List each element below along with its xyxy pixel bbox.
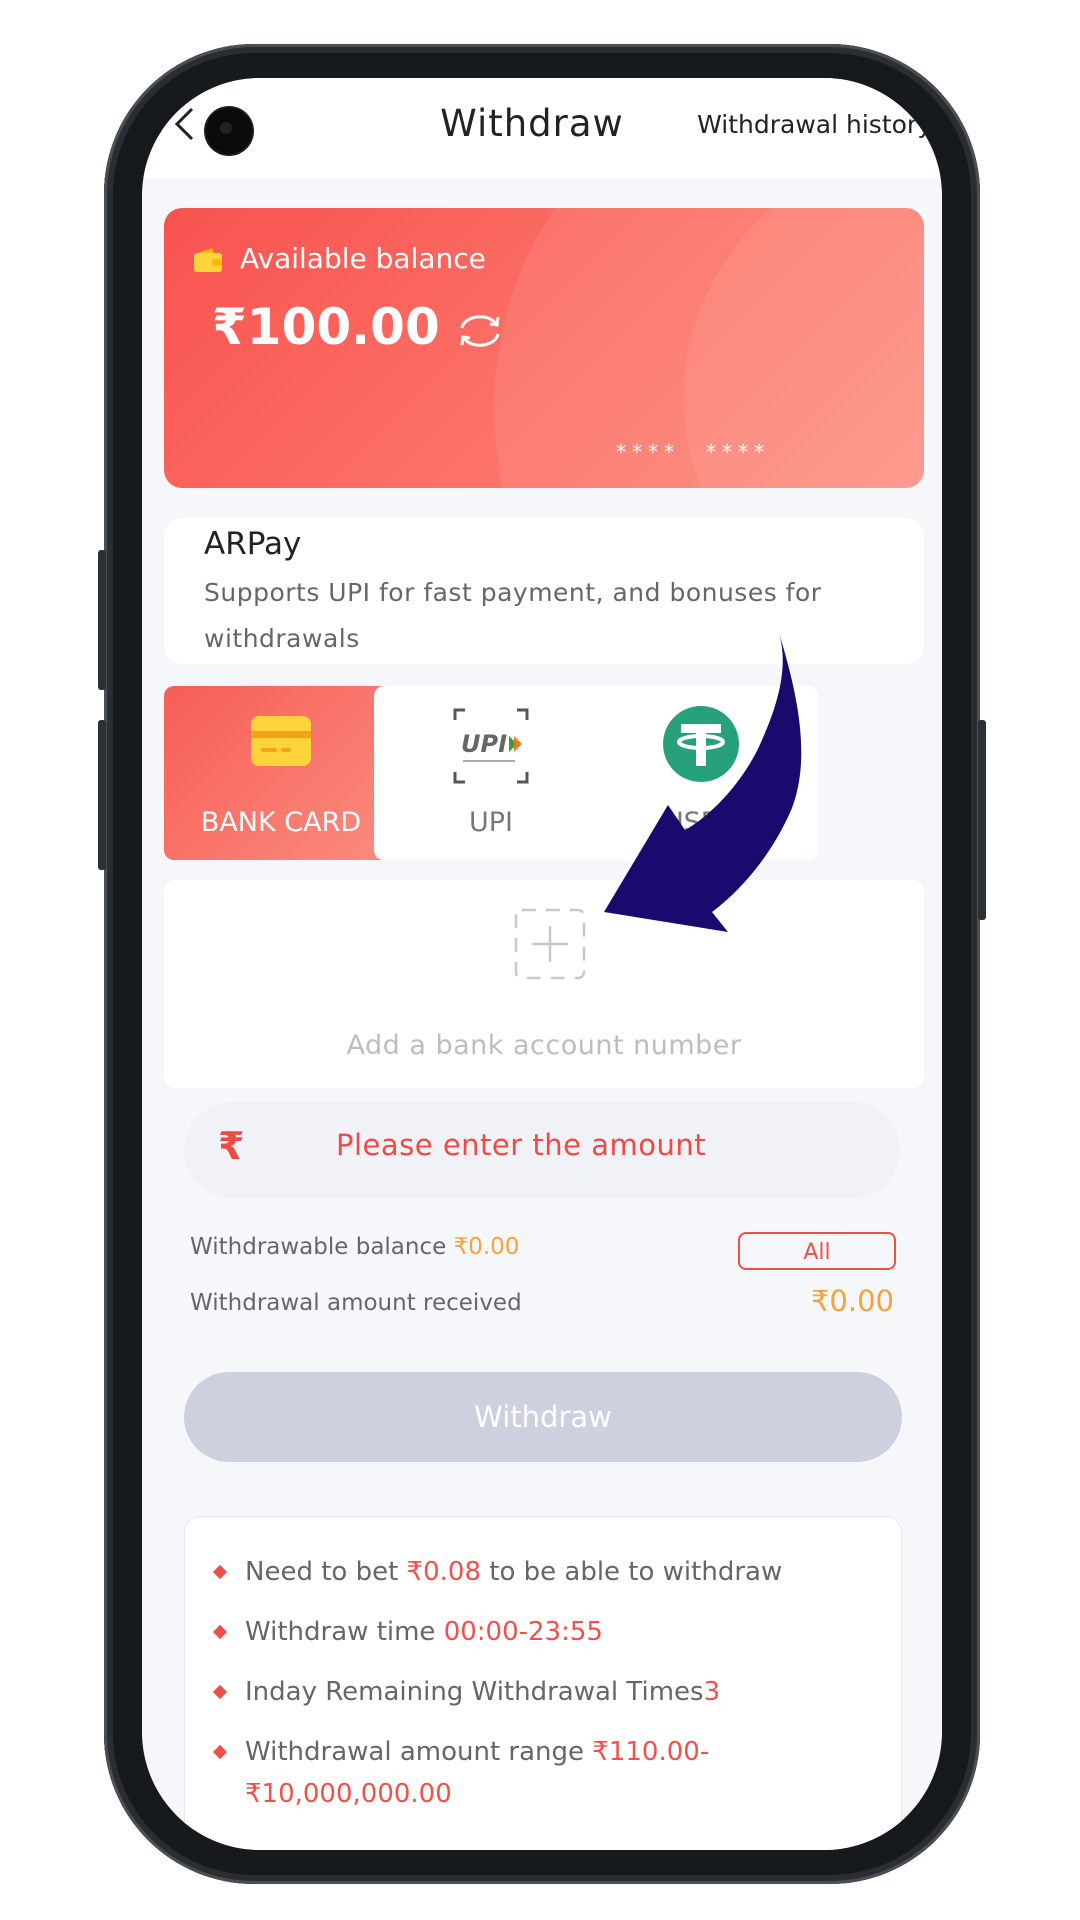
- masked-card-digits-1: ****: [616, 440, 680, 464]
- rule-item: Need to bet ₹0.08 to be able to withdraw: [212, 1551, 865, 1593]
- rule-item: Withdraw time 00:00-23:55: [212, 1611, 865, 1653]
- method-label: BANK CARD: [200, 807, 362, 838]
- method-tab-usdt[interactable]: USDT: [584, 686, 818, 860]
- volume-down-button: [98, 720, 106, 870]
- amount-received-label: Withdrawal amount received: [190, 1290, 522, 1316]
- refresh-icon[interactable]: [454, 308, 506, 352]
- payment-channel-card[interactable]: ARPay Supports UPI for fast payment, and…: [164, 518, 924, 664]
- withdrawable-balance-value: ₹0.00: [453, 1234, 520, 1260]
- method-tab-bank-card[interactable]: BANK CARD: [164, 686, 398, 860]
- add-bank-account-box[interactable]: Add a bank account number: [164, 880, 924, 1088]
- top-bar: Withdraw Withdrawal history: [142, 78, 942, 178]
- add-bank-account-label: Add a bank account number: [346, 1030, 742, 1061]
- withdrawable-balance: Withdrawable balance ₹0.00: [190, 1234, 519, 1260]
- upi-logo-icon: UPI: [453, 708, 529, 784]
- available-balance-label: Available balance: [240, 242, 486, 275]
- power-button: [978, 720, 986, 920]
- app-screen: Withdraw Withdrawal history Available ba…: [142, 78, 942, 1850]
- all-button[interactable]: All: [738, 1232, 896, 1270]
- rule-item: Inday Remaining Withdrawal Times3: [212, 1671, 865, 1713]
- method-label: USDT: [663, 807, 739, 838]
- amount-input[interactable]: ₹ Please enter the amount: [184, 1102, 900, 1198]
- bank-card-icon: [251, 716, 311, 766]
- channel-name: ARPay: [204, 526, 302, 562]
- usdt-icon: [663, 706, 739, 782]
- method-tab-upi[interactable]: UPI UPI: [374, 686, 608, 860]
- method-label: UPI: [468, 807, 513, 838]
- masked-card-digits-2: ****: [706, 440, 770, 464]
- amount-received-value: ₹0.00: [810, 1284, 894, 1318]
- amount-placeholder: Please enter the amount: [336, 1128, 707, 1162]
- rupee-icon: ₹: [218, 1124, 245, 1168]
- channel-description: Supports UPI for fast payment, and bonus…: [204, 578, 822, 653]
- add-plus-icon: [514, 908, 586, 980]
- withdraw-button[interactable]: Withdraw: [184, 1372, 902, 1462]
- balance-amount: ₹100.00: [212, 298, 440, 356]
- balance-card: Available balance ₹100.00 **** ****: [164, 208, 924, 488]
- volume-up-button: [98, 550, 106, 690]
- rule-item: Withdrawal amount range ₹110.00-₹10,000,…: [212, 1731, 865, 1815]
- withdraw-rules: Need to bet ₹0.08 to be able to withdraw…: [184, 1516, 902, 1850]
- svg-text:UPI: UPI: [461, 730, 507, 758]
- withdrawable-balance-label: Withdrawable balance: [190, 1234, 454, 1260]
- withdrawal-history-link[interactable]: Withdrawal history: [697, 110, 932, 139]
- wallet-icon: [194, 248, 222, 272]
- front-camera: [206, 108, 252, 154]
